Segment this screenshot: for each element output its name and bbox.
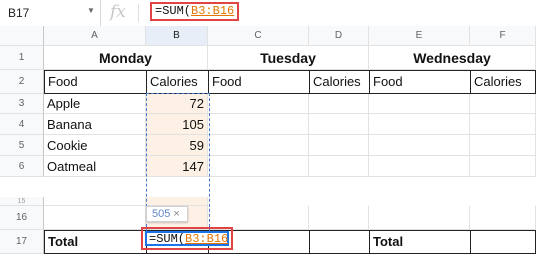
select-all-corner[interactable]	[0, 26, 44, 46]
cell-wednesday[interactable]: Wednesday	[369, 46, 536, 70]
cell-food-mon[interactable]: Food	[44, 70, 147, 94]
col-header-c[interactable]: C	[208, 26, 309, 46]
cell-empty[interactable]	[369, 94, 470, 114]
active-cell-highlight: =SUM(B3:B16	[141, 227, 233, 250]
cell-empty[interactable]	[208, 94, 309, 114]
col-header-a[interactable]: A	[44, 26, 146, 46]
row-header-5[interactable]: 5	[0, 135, 44, 156]
cell-empty[interactable]	[309, 94, 369, 114]
cell-food-wed[interactable]: Food	[369, 70, 471, 94]
cell-empty[interactable]	[470, 94, 536, 114]
cell-empty	[208, 197, 536, 206]
row-header-17[interactable]: 17	[0, 230, 44, 254]
cell-food-item[interactable]: Oatmeal	[44, 156, 146, 177]
close-icon[interactable]: ×	[173, 208, 179, 220]
col-header-d[interactable]: D	[309, 26, 369, 46]
cell-empty[interactable]	[369, 206, 470, 230]
sum-preview-value: 505	[152, 208, 171, 220]
cell-calorie-value[interactable]: 147	[146, 156, 208, 177]
cell-calories-mon[interactable]: Calories	[146, 70, 209, 94]
formula-input[interactable]: =SUM(B3:B16	[150, 2, 239, 21]
cell-calories-wed[interactable]: Calories	[470, 70, 536, 94]
cell-calorie-value[interactable]: 72	[146, 94, 208, 114]
cell-empty[interactable]	[208, 156, 309, 177]
name-box[interactable]: B17 ▼	[0, 0, 101, 26]
cell-empty[interactable]	[309, 156, 369, 177]
cell-empty[interactable]	[309, 206, 369, 230]
cell-edit-input[interactable]: =SUM(B3:B16	[145, 231, 229, 246]
cell-food-item[interactable]: Apple	[44, 94, 146, 114]
cell-empty[interactable]	[208, 135, 309, 156]
cell-empty[interactable]	[470, 156, 536, 177]
cell-monday[interactable]: Monday	[44, 46, 208, 70]
row-header-6[interactable]: 6	[0, 156, 44, 177]
row-header-1[interactable]: 1	[0, 46, 44, 70]
cell-calorie-value[interactable]: 105	[146, 114, 208, 135]
sum-preview-tooltip: 505 ×	[146, 206, 188, 222]
edit-formula-prefix: =SUM(	[149, 232, 186, 246]
cell-empty[interactable]	[146, 197, 208, 206]
row-header-2[interactable]: 2	[0, 70, 44, 94]
cell-total-label-wed[interactable]: Total	[369, 230, 471, 254]
row-header-15[interactable]: 15	[0, 197, 44, 206]
col-header-f[interactable]: F	[470, 26, 536, 46]
cell-empty[interactable]	[44, 197, 146, 206]
cell-empty[interactable]	[309, 230, 370, 254]
row-header-3[interactable]: 3	[0, 94, 44, 114]
cell-calories-tue[interactable]: Calories	[309, 70, 370, 94]
cell-empty[interactable]	[369, 114, 470, 135]
fx-icon: fx	[110, 2, 126, 22]
cell-empty[interactable]	[309, 135, 369, 156]
formula-prefix: =SUM(	[155, 4, 192, 18]
chevron-down-icon[interactable]: ▼	[87, 6, 95, 15]
edit-formula-range: B3:B16	[185, 232, 229, 246]
cell-food-item[interactable]: Cookie	[44, 135, 146, 156]
row-header-4[interactable]: 4	[0, 114, 44, 135]
cell-food-tue[interactable]: Food	[208, 70, 310, 94]
cell-empty[interactable]	[470, 230, 536, 254]
cell-empty[interactable]	[470, 206, 536, 230]
cell-empty[interactable]	[470, 114, 536, 135]
row-header-16[interactable]: 16	[0, 206, 44, 230]
cell-empty[interactable]	[44, 206, 146, 230]
col-header-b[interactable]: B	[146, 26, 208, 46]
cell-total-label-mon[interactable]: Total	[44, 230, 147, 254]
cell-empty[interactable]	[470, 135, 536, 156]
col-header-e[interactable]: E	[369, 26, 470, 46]
name-box-value: B17	[8, 6, 30, 20]
cell-empty[interactable]	[309, 114, 369, 135]
cell-calorie-value[interactable]: 59	[146, 135, 208, 156]
cell-empty[interactable]	[369, 156, 470, 177]
formula-bar: B17 ▼ fx =SUM(B3:B16	[0, 0, 536, 27]
cell-empty[interactable]	[369, 135, 470, 156]
cell-empty[interactable]	[208, 114, 309, 135]
cell-tuesday[interactable]: Tuesday	[208, 46, 369, 70]
divider	[138, 4, 139, 22]
grid-bottom	[0, 254, 536, 258]
cell-food-item[interactable]: Banana	[44, 114, 146, 135]
formula-range: B3:B16	[191, 4, 235, 18]
omitted-rows-gap	[0, 177, 536, 197]
